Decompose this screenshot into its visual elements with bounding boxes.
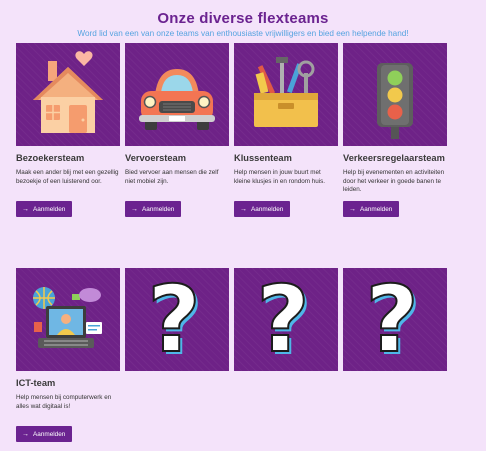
aanmelden-button[interactable]: → Aanmelden	[343, 201, 400, 217]
house-heart-icon	[33, 51, 103, 133]
page-title: Onze diverse flexteams	[157, 10, 329, 27]
arrow-right-icon: →	[22, 430, 29, 438]
team-description: Maak een ander blij met een gezellig bez…	[16, 169, 119, 185]
aanmelden-button[interactable]: → Aanmelden	[234, 201, 291, 217]
button-label: Aanmelden	[33, 430, 66, 438]
placeholder-card: ? ?	[125, 268, 229, 371]
team-title: Vervoersteam	[125, 153, 186, 163]
placeholder-image: ? ?	[234, 268, 338, 371]
aanmelden-button[interactable]: → Aanmelden	[16, 201, 73, 217]
button-label: Aanmelden	[142, 205, 175, 213]
question-mark-icon: ? ?	[146, 268, 203, 371]
question-mark-icon: ? ?	[255, 268, 312, 371]
team-image	[125, 43, 229, 146]
aanmelden-button[interactable]: → Aanmelden	[16, 426, 73, 442]
arrow-right-icon: →	[240, 205, 247, 213]
button-label: Aanmelden	[360, 205, 393, 213]
team-image	[343, 43, 447, 146]
team-card-verkeersregelaarsteam: Verkeersregelaarsteam Help bij evenement…	[343, 43, 447, 217]
team-title: Bezoekersteam	[16, 153, 85, 163]
team-title: Klussenteam	[234, 153, 292, 163]
placeholder-image: ? ?	[125, 268, 229, 371]
question-mark-icon: ? ?	[364, 268, 421, 371]
button-label: Aanmelden	[33, 205, 66, 213]
placeholder-image: ? ?	[343, 268, 447, 371]
arrow-right-icon: →	[22, 205, 29, 213]
placeholder-card: ? ?	[343, 268, 447, 371]
team-description: Help bij evenementen en activiteiten doo…	[343, 169, 445, 194]
arrow-right-icon: →	[131, 205, 138, 213]
section-header: Onze diverse flexteams Word lid van een …	[0, 10, 486, 38]
arrow-right-icon: →	[349, 205, 356, 213]
team-card-vervoersteam: Vervoersteam Bied vervoer aan mensen die…	[125, 43, 229, 217]
svg-text:?: ?	[365, 268, 418, 371]
team-image	[16, 43, 120, 146]
car-icon	[139, 69, 215, 130]
toolbox-icon	[254, 57, 318, 127]
team-card-klussenteam: Klussenteam Help mensen in jouw buurt me…	[234, 43, 338, 217]
team-image	[234, 43, 338, 146]
team-description: Bied vervoer aan mensen die zelf niet mo…	[125, 169, 219, 185]
team-image	[16, 268, 120, 371]
placeholder-card: ? ?	[234, 268, 338, 371]
laptop-user-icon	[33, 287, 102, 348]
svg-text:?: ?	[256, 268, 309, 371]
team-title: Verkeersregelaarsteam	[343, 153, 445, 163]
button-label: Aanmelden	[251, 205, 284, 213]
team-card-bezoekersteam: Bezoekersteam Maak een ander blij met ee…	[16, 43, 120, 217]
team-card-ict-team: ICT-team Help mensen bij computerwerk en…	[16, 268, 120, 442]
team-title: ICT-team	[16, 378, 56, 388]
team-description: Help mensen in jouw buurt met kleine klu…	[234, 169, 326, 185]
aanmelden-button[interactable]: → Aanmelden	[125, 201, 182, 217]
traffic-light-icon	[377, 63, 413, 139]
svg-text:?: ?	[147, 268, 200, 371]
page-subtitle: Word lid van een van onze teams van enth…	[77, 29, 409, 38]
team-description: Help mensen bij computerwerk en alles wa…	[16, 394, 112, 410]
